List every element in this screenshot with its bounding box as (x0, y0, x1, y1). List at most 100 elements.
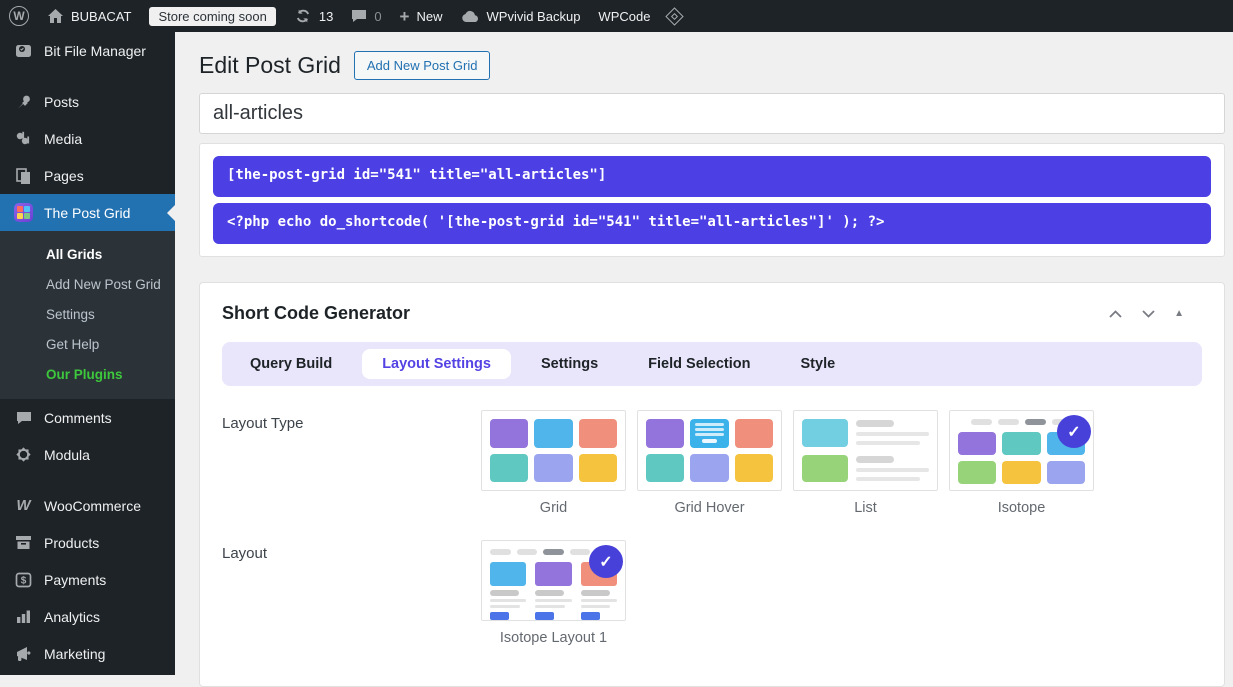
woocommerce-icon: W (13, 497, 34, 514)
tab-field-selection[interactable]: Field Selection (628, 349, 770, 379)
plus-icon: + (400, 8, 410, 25)
sidebar-item-products[interactable]: Products (0, 524, 175, 561)
option-label: List (793, 500, 938, 516)
sidebar-item-marketing[interactable]: Marketing (0, 635, 175, 672)
updates-refresh-icon (294, 7, 312, 25)
layout-type-label: Layout Type (222, 410, 481, 516)
submenu-get-help[interactable]: Get Help (0, 329, 175, 359)
pages-icon (13, 168, 34, 184)
sidebar-item-label: Marketing (44, 646, 105, 662)
sidebar-separator (0, 69, 175, 83)
sidebar-item-woocommerce[interactable]: W WooCommerce (0, 487, 175, 524)
collapse-toggle-icon[interactable]: ▲ (1174, 308, 1184, 319)
updates-link[interactable]: 13 (285, 0, 342, 32)
comments-link[interactable]: 0 (342, 0, 390, 32)
generator-title: Short Code Generator (222, 303, 410, 324)
option-label: Isotope Layout 1 (481, 630, 626, 646)
site-name-link[interactable]: BUBACAT (38, 0, 140, 32)
media-icon (13, 131, 34, 146)
comments-icon (13, 410, 34, 426)
layout-option-isotope-layout-1[interactable]: ✓ Isotope Layout 1 (481, 540, 626, 646)
submenu-add-new-post-grid[interactable]: Add New Post Grid (0, 269, 175, 299)
analytics-icon (13, 609, 34, 624)
new-content-menu[interactable]: + New (391, 0, 452, 32)
diamond-icon (666, 7, 684, 25)
sidebar-item-label: Pages (44, 168, 84, 184)
marketing-icon (13, 646, 34, 662)
sidebar-item-label: Comments (44, 410, 112, 426)
grid-title-input[interactable] (199, 93, 1225, 134)
layout-type-option-grid-hover[interactable]: Grid Hover (637, 410, 782, 516)
submenu-our-plugins[interactable]: Our Plugins (0, 359, 175, 389)
layout-type-options: Grid Grid Hover (481, 410, 1094, 516)
wpvivid-label: WPvivid Backup (487, 9, 581, 24)
shortcode-copy-block[interactable]: [the-post-grid id="541" title="all-artic… (213, 156, 1211, 197)
sidebar-item-comments[interactable]: Comments (0, 399, 175, 436)
generator-tabbar: Query Build Layout Settings Settings Fie… (222, 342, 1202, 386)
sidebar-item-posts[interactable]: Posts (0, 83, 175, 120)
comment-bubble-icon (351, 8, 367, 24)
tab-query-build[interactable]: Query Build (230, 349, 352, 379)
modula-icon (13, 446, 34, 463)
option-label: Isotope (949, 500, 1094, 516)
sidebar-item-label: Analytics (44, 609, 100, 625)
sidebar-item-media[interactable]: Media (0, 120, 175, 157)
move-down-chevron-icon[interactable] (1141, 309, 1156, 319)
payments-icon: $ (13, 572, 34, 588)
isotope-preview-thumbnail: ✓ (949, 410, 1094, 491)
layout-type-option-isotope[interactable]: ✓ Isotope (949, 410, 1094, 516)
svg-text:$: $ (21, 575, 27, 586)
main-content: Edit Post Grid Add New Post Grid [the-po… (175, 32, 1233, 675)
metabox-controls: ▲ (1108, 308, 1184, 319)
wordpress-menu[interactable]: W (0, 0, 38, 32)
add-new-post-grid-button[interactable]: Add New Post Grid (354, 51, 491, 80)
page-header: Edit Post Grid Add New Post Grid (199, 46, 1225, 84)
store-status-badge[interactable]: Store coming soon (140, 0, 284, 32)
option-label: Grid (481, 500, 626, 516)
page-title: Edit Post Grid (199, 52, 341, 79)
sidebar-item-label: WooCommerce (44, 498, 141, 514)
move-up-chevron-icon[interactable] (1108, 309, 1123, 319)
wpcode-menu[interactable]: WPCode (589, 0, 659, 32)
sidebar-separator (0, 473, 175, 487)
tab-settings[interactable]: Settings (521, 349, 618, 379)
sidebar-item-the-post-grid[interactable]: The Post Grid (0, 194, 175, 231)
sidebar-item-label: Posts (44, 94, 79, 110)
wpcode-label: WPCode (598, 9, 650, 24)
pin-icon (13, 94, 34, 110)
submenu-all-grids[interactable]: All Grids (0, 239, 175, 269)
sidebar-item-label: Payments (44, 572, 106, 588)
store-badge-text: Store coming soon (149, 7, 275, 26)
sidebar-item-payments[interactable]: $ Payments (0, 561, 175, 598)
selected-check-icon: ✓ (1057, 415, 1091, 448)
grid-preview-thumbnail (481, 410, 626, 491)
products-icon (13, 535, 34, 550)
diamond-plugin-menu[interactable] (659, 0, 690, 32)
tab-layout-settings[interactable]: Layout Settings (362, 349, 511, 379)
layout-type-option-grid[interactable]: Grid (481, 410, 626, 516)
sidebar-item-analytics[interactable]: Analytics (0, 598, 175, 635)
generator-header: Short Code Generator ▲ (222, 303, 1202, 324)
home-icon (47, 8, 64, 24)
tab-style[interactable]: Style (781, 349, 856, 379)
sidebar-item-modula[interactable]: Modula (0, 436, 175, 473)
sidebar-item-label: Bit File Manager (44, 43, 146, 59)
layout-type-row: Layout Type Grid (222, 410, 1202, 516)
post-grid-icon (13, 203, 34, 222)
submenu-settings[interactable]: Settings (0, 299, 175, 329)
sidebar-item-label: Media (44, 131, 82, 147)
layout-type-option-list[interactable]: List (793, 410, 938, 516)
site-name: BUBACAT (71, 9, 131, 24)
sidebar-item-pages[interactable]: Pages (0, 157, 175, 194)
shortcode-card: [the-post-grid id="541" title="all-artic… (199, 143, 1225, 257)
option-label: Grid Hover (637, 500, 782, 516)
admin-bar: W BUBACAT Store coming soon 13 0 + New (0, 0, 1233, 32)
wordpress-logo-icon: W (9, 6, 29, 26)
sidebar-item-label: Products (44, 535, 99, 551)
php-shortcode-copy-block[interactable]: <?php echo do_shortcode( '[the-post-grid… (213, 203, 1211, 244)
sidebar-item-bit-file-manager[interactable]: Bit File Manager (0, 32, 175, 69)
wpvivid-backup-menu[interactable]: WPvivid Backup (452, 0, 590, 32)
layout-options: ✓ Isotope Layout 1 (481, 540, 626, 646)
post-grid-submenu: All Grids Add New Post Grid Settings Get… (0, 231, 175, 399)
layout-label: Layout (222, 540, 481, 646)
